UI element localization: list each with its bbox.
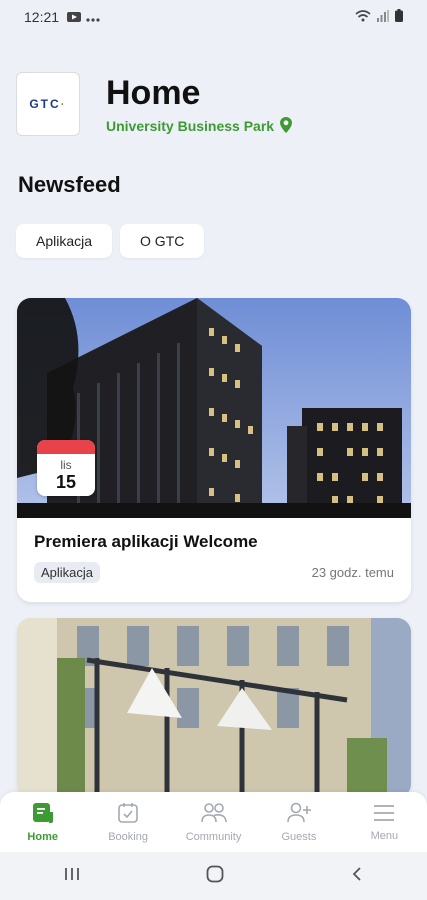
bottom-navigation: Home Booking Community Guests Menu <box>0 792 427 852</box>
booking-icon <box>117 802 139 827</box>
news-card-tag: Aplikacja <box>34 562 101 583</box>
event-date-month: lis <box>60 458 72 472</box>
more-notifications-icon <box>86 9 100 25</box>
status-bar: 12:21 <box>0 0 427 34</box>
newsfeed-title: Newsfeed <box>18 172 121 197</box>
event-date-day: 15 <box>55 472 77 492</box>
news-card-image <box>17 618 411 798</box>
signal-icon <box>377 9 389 25</box>
event-date-badge: lis 15 <box>37 440 95 496</box>
menu-icon <box>373 803 395 826</box>
nav-booking[interactable]: Booking <box>85 792 170 852</box>
wifi-icon <box>355 9 371 25</box>
system-navigation-bar <box>0 852 427 900</box>
community-icon <box>200 802 227 827</box>
logo-accent: · <box>60 97 67 111</box>
filter-chip-aplikacja[interactable]: Aplikacja <box>16 224 113 258</box>
nav-community[interactable]: Community <box>171 792 256 852</box>
location-selector[interactable]: University Business Park <box>106 116 293 136</box>
battery-icon <box>395 9 403 25</box>
nav-menu-label: Menu <box>370 829 399 842</box>
news-card-title: Premiera aplikacji Welcome <box>34 532 258 551</box>
page-header: GTC · Home University Business Park <box>16 72 411 136</box>
add-guest-icon <box>286 802 312 827</box>
news-card[interactable]: lis 15 Premiera aplikacji Welcome Aplika… <box>17 298 411 602</box>
nav-home-label: Home <box>27 830 58 843</box>
page-title: Home <box>106 73 201 112</box>
location-name: University Business Park <box>106 118 275 134</box>
filter-chip-o-gtc[interactable]: O GTC <box>120 224 205 258</box>
youtube-notification-icon <box>67 9 82 25</box>
home-icon <box>32 802 54 827</box>
logo-text: GTC <box>29 97 61 111</box>
nav-home[interactable]: Home <box>0 792 85 852</box>
recent-apps-button[interactable] <box>63 866 81 887</box>
home-button[interactable] <box>206 865 224 888</box>
back-button[interactable] <box>350 866 364 887</box>
news-card[interactable] <box>17 618 411 798</box>
news-card-image: lis 15 <box>17 298 411 518</box>
nav-community-label: Community <box>185 830 242 843</box>
nav-booking-label: Booking <box>108 830 148 843</box>
nav-menu[interactable]: Menu <box>342 792 427 852</box>
gtc-logo: GTC · <box>16 72 80 136</box>
location-pin-icon <box>280 116 293 136</box>
nav-guests-label: Guests <box>281 830 317 843</box>
nav-guests[interactable]: Guests <box>256 792 341 852</box>
news-card-time: 23 godz. temu <box>311 565 394 580</box>
status-time: 12:21 <box>24 9 60 25</box>
newsfeed-filters: Aplikacja O GTC <box>16 224 205 258</box>
